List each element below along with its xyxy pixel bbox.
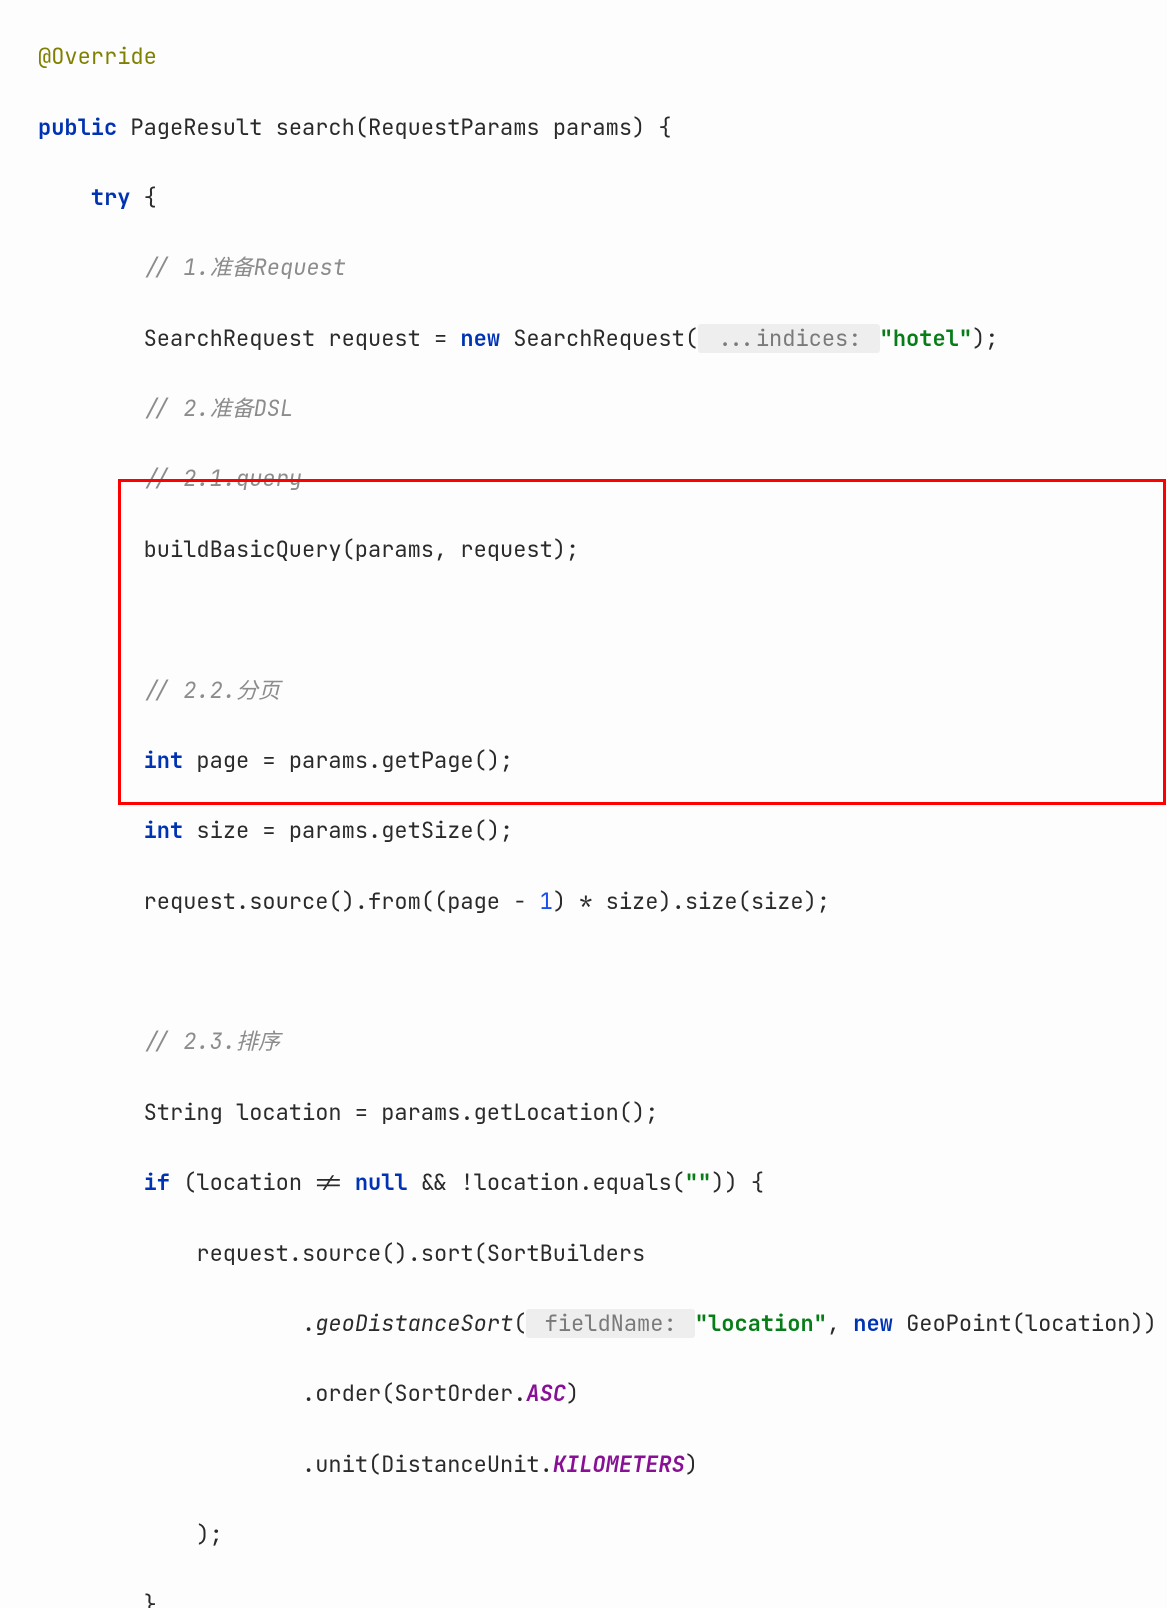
param-hint: ...indices: <box>698 324 880 353</box>
code-line: // 1.准备Request <box>38 250 1167 285</box>
code-text: ) <box>566 1379 579 1408</box>
code-text: ) * size).size(size); <box>553 887 830 916</box>
code-line: request.source().sort(SortBuilders <box>38 1236 1167 1271</box>
keyword-int: int <box>144 816 184 845</box>
code-text: String location = params.getLocation(); <box>144 1098 659 1127</box>
code-text: ) <box>685 1450 698 1479</box>
return-type: PageResult <box>130 113 262 142</box>
code-line: int size = params.getSize(); <box>38 813 1167 848</box>
code-line: request.source().from((page - 1) * size)… <box>38 884 1167 919</box>
comment: // 2.准备DSL <box>144 394 294 423</box>
code-line: ); <box>38 1517 1167 1552</box>
string-literal: "" <box>685 1168 711 1197</box>
brace: { <box>130 183 156 212</box>
keyword-try: try <box>91 183 131 212</box>
code-text: page = params.getPage(); <box>183 746 513 775</box>
code-text: SearchRequest request = <box>144 324 461 353</box>
code-line: String location = params.getLocation(); <box>38 1095 1167 1130</box>
keyword-new: new <box>853 1309 893 1338</box>
comment: // 1.准备Request <box>144 253 346 282</box>
keyword-public: public <box>38 113 117 142</box>
code-line: SearchRequest request = new SearchReques… <box>38 321 1167 356</box>
code-text: GeoPoint(location)) <box>893 1309 1157 1338</box>
code-text: .order(SortOrder. <box>302 1379 526 1408</box>
code-text: SearchRequest( <box>500 324 698 353</box>
code-line: int page = params.getPage(); <box>38 743 1167 778</box>
code-text: , <box>827 1309 853 1338</box>
code-line: // 2.3.排序 <box>38 1024 1167 1059</box>
keyword-new: new <box>460 324 500 353</box>
keyword-int: int <box>144 746 184 775</box>
string-literal: "location" <box>695 1309 827 1338</box>
code-line: if (location != null && !location.equals… <box>38 1165 1167 1200</box>
code-text: ( <box>513 1309 526 1338</box>
code-line: @Override <box>38 39 1167 74</box>
keyword-null: null <box>355 1168 408 1197</box>
number-literal: 1 <box>540 887 553 916</box>
code-text: ); <box>196 1520 222 1549</box>
comment: // 2.1.query <box>144 464 302 493</box>
code-text: (location != <box>170 1168 355 1197</box>
code-line: try { <box>38 180 1167 215</box>
comment: // 2.2.分页 <box>144 676 280 705</box>
code-line: buildBasicQuery(params, request); <box>38 532 1167 567</box>
method-call: geoDistanceSort <box>315 1309 513 1338</box>
param-hint: fieldName: <box>526 1309 694 1338</box>
code-text: } <box>144 1590 157 1608</box>
code-text: buildBasicQuery(params, request); <box>144 535 580 564</box>
annotation: @Override <box>38 42 157 71</box>
code-line: .order(SortOrder.ASC) <box>38 1376 1167 1411</box>
code-text: )) { <box>711 1168 764 1197</box>
code-text: ); <box>972 324 998 353</box>
keyword-if: if <box>144 1168 170 1197</box>
code-text: .unit(DistanceUnit. <box>302 1450 553 1479</box>
code-line: // 2.1.query <box>38 461 1167 496</box>
code-text: request.source().sort(SortBuilders <box>196 1239 645 1268</box>
constant: KILOMETERS <box>553 1450 685 1479</box>
method-signature: search(RequestParams params) { <box>276 113 672 142</box>
code-line: .geoDistanceSort( fieldName: "location",… <box>38 1306 1167 1341</box>
code-line: .unit(DistanceUnit.KILOMETERS) <box>38 1447 1167 1482</box>
code-text: . <box>302 1309 315 1338</box>
constant: ASC <box>526 1379 566 1408</box>
code-line: } <box>38 1587 1167 1608</box>
code-text: && !location.equals( <box>408 1168 685 1197</box>
code-block: @Override public PageResult search(Reque… <box>0 0 1167 1608</box>
code-line: // 2.2.分页 <box>38 673 1167 708</box>
code-line: // 2.准备DSL <box>38 391 1167 426</box>
code-text: request.source().from((page - <box>144 887 540 916</box>
code-line: public PageResult search(RequestParams p… <box>38 110 1167 145</box>
code-line <box>38 954 1167 989</box>
code-line <box>38 602 1167 637</box>
code-text: size = params.getSize(); <box>183 816 513 845</box>
string-literal: "hotel" <box>880 324 972 353</box>
comment: // 2.3.排序 <box>144 1027 280 1056</box>
